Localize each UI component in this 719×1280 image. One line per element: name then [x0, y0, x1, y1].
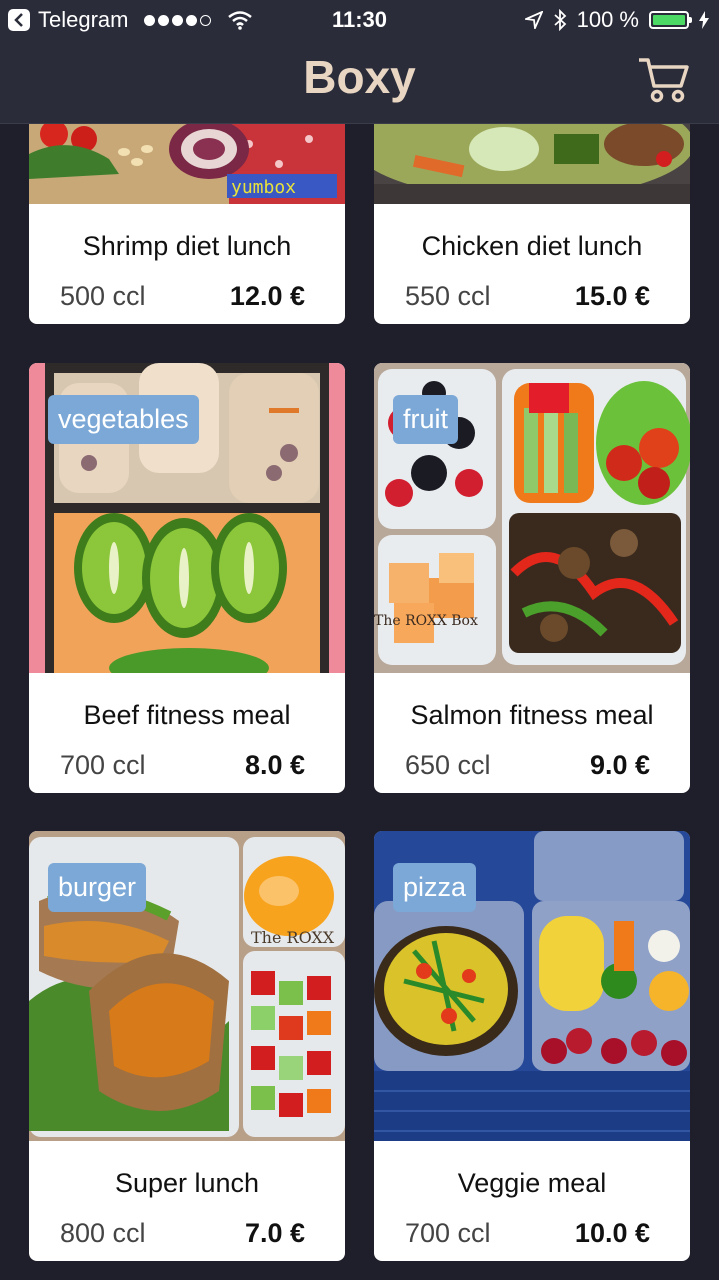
meal-card[interactable]: Chicken diet lunch 550 ccl 15.0 €: [374, 123, 690, 324]
meal-card[interactable]: The ROXX burger Super lunch 800 ccl 7.0 …: [29, 831, 345, 1261]
meal-price: 10.0 €: [574, 1218, 650, 1248]
category-tag: burger: [48, 863, 147, 912]
meal-name: Shrimp diet lunch: [82, 231, 292, 261]
charging-bolt-icon: [699, 11, 709, 29]
category-tag: fruit: [393, 395, 459, 444]
meal-card[interactable]: The ROXX Box fruit Salmon fitness meal 6…: [374, 363, 690, 793]
page-title: Boxy: [303, 51, 416, 103]
meal-price: 7.0 €: [244, 1218, 305, 1248]
meal-name: Veggie meal: [457, 1168, 607, 1198]
shopping-cart-icon[interactable]: [637, 54, 689, 106]
photo-watermark: yumbox: [231, 177, 296, 198]
meal-price: 8.0 €: [244, 750, 305, 780]
meal-calories: 700 ccl: [60, 750, 146, 780]
photo-watermark: The ROXX Box: [374, 613, 478, 629]
meal-card[interactable]: pizza Veggie meal 700 ccl 10.0 €: [374, 831, 690, 1261]
meal-calories: 700 ccl: [405, 1218, 491, 1248]
meal-card[interactable]: yumbox Shrimp diet lunch 500 ccl 12.0 €: [29, 123, 345, 324]
category-tag: vegetables: [48, 395, 199, 444]
status-right: 100 %: [524, 7, 709, 33]
meal-calories: 500 ccl: [60, 281, 146, 311]
meal-price: 9.0 €: [589, 750, 650, 780]
meal-photo: [374, 123, 690, 204]
meal-card[interactable]: vegetables Beef fitness meal 700 ccl 8.0…: [29, 363, 345, 793]
status-bar: Telegram 11:30 100 %: [0, 0, 719, 40]
photo-watermark: The ROXX: [251, 928, 335, 947]
navigation-bar: Boxy: [0, 40, 719, 124]
meal-grid[interactable]: yumbox Shrimp diet lunch 500 ccl 12.0 € …: [0, 123, 719, 1280]
meal-price: 12.0 €: [229, 281, 305, 311]
meal-price: 15.0 €: [574, 281, 650, 311]
meal-name: Chicken diet lunch: [421, 231, 643, 261]
location-arrow-icon: [524, 11, 543, 29]
meal-name: Beef fitness meal: [83, 700, 291, 730]
meal-name: Super lunch: [114, 1168, 260, 1198]
meal-photo: yumbox: [29, 123, 345, 204]
meal-calories: 800 ccl: [60, 1218, 146, 1248]
bluetooth-icon: [554, 9, 566, 31]
meal-calories: 650 ccl: [405, 750, 491, 780]
battery-icon: [649, 11, 692, 29]
meal-calories: 550 ccl: [405, 281, 491, 311]
meal-name: Salmon fitness meal: [410, 700, 654, 730]
battery-percent: 100 %: [576, 7, 639, 32]
category-tag: pizza: [393, 863, 477, 912]
